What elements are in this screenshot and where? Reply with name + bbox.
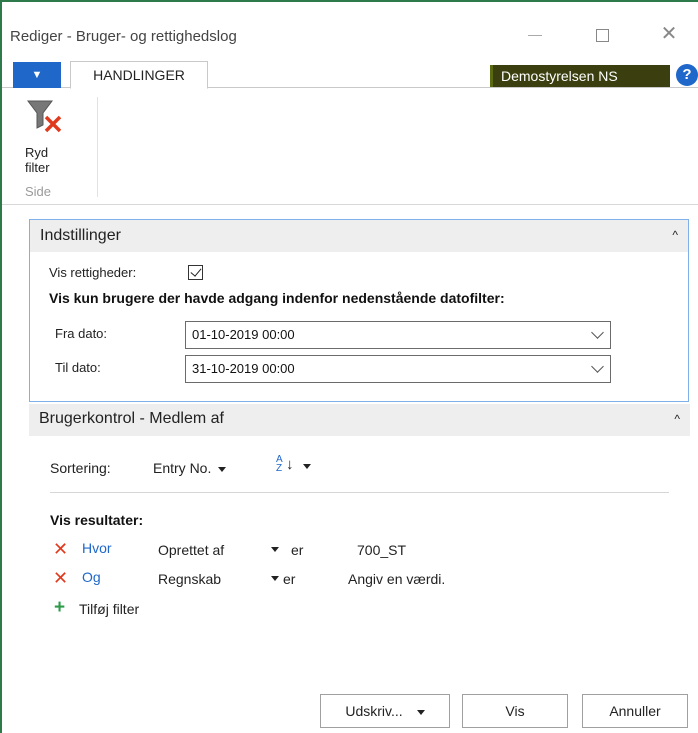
show-rights-label: Vis rettigheder:: [49, 265, 137, 280]
filter-operator: er: [291, 542, 304, 558]
usercontrol-header[interactable]: Brugerkontrol - Medlem af ^: [29, 404, 690, 436]
add-filter-link[interactable]: Tilføj filter: [79, 601, 139, 617]
chevron-down-icon: ▼: [31, 69, 43, 81]
sort-order-icon[interactable]: AZ: [276, 455, 283, 474]
filter-field-dropdown-icon[interactable]: [271, 547, 279, 552]
dialog-window: Rediger - Bruger- og rettighedslog ✕ ▼ H…: [0, 0, 698, 733]
from-date-label: Fra dato:: [55, 326, 108, 341]
collapse-icon[interactable]: ^: [672, 228, 678, 242]
sort-order-dropdown-icon[interactable]: [303, 464, 311, 469]
maximize-button[interactable]: [587, 22, 617, 46]
print-button[interactable]: Udskriv...: [320, 694, 450, 728]
settings-fasttab: Indstillinger ^ Vis rettigheder: Vis kun…: [29, 219, 689, 402]
clear-filter-icon: [27, 100, 62, 133]
clear-filter-button[interactable]: Ryd filter: [16, 95, 82, 175]
app-menu-button[interactable]: ▼: [13, 62, 61, 88]
remove-filter-icon[interactable]: ✕: [53, 568, 68, 589]
minimize-icon: [528, 34, 542, 36]
filter-field[interactable]: Regnskab: [158, 571, 221, 587]
to-date-label: Til dato:: [55, 360, 101, 375]
chevron-down-icon[interactable]: [591, 326, 604, 339]
minimize-button[interactable]: [520, 22, 550, 46]
from-date-value: 01-10-2019 00:00: [192, 327, 295, 342]
dropdown-arrow-icon: [416, 709, 425, 715]
settings-header[interactable]: Indstillinger ^: [30, 220, 688, 252]
usercontrol-title: Brugerkontrol - Medlem af: [39, 410, 224, 427]
sort-order-z: Z: [276, 463, 283, 474]
to-date-field[interactable]: 31-10-2019 00:00: [185, 355, 611, 383]
sort-label: Sortering:: [50, 460, 111, 476]
filter-conjunction-link[interactable]: Og: [82, 569, 101, 585]
tab-handlinger[interactable]: HANDLINGER: [70, 61, 208, 89]
chevron-down-icon[interactable]: [591, 360, 604, 373]
to-date-value: 31-10-2019 00:00: [192, 361, 295, 376]
filter-value[interactable]: Angiv en værdi.: [348, 571, 445, 587]
close-button[interactable]: ✕: [654, 22, 684, 46]
filter-value[interactable]: 700_ST: [357, 542, 406, 558]
cancel-button[interactable]: Annuller: [582, 694, 688, 728]
filter-operator: er: [283, 571, 296, 587]
clear-filter-label-line1: Ryd: [25, 145, 49, 160]
print-button-label: Udskriv...: [345, 703, 403, 719]
clear-filter-label: Ryd filter: [16, 145, 82, 175]
show-rights-checkbox[interactable]: [188, 265, 203, 280]
clear-filter-label-line2: filter: [25, 160, 50, 175]
collapse-icon[interactable]: ^: [674, 412, 680, 426]
filter-field[interactable]: Oprettet af: [158, 542, 224, 558]
window-title: Rediger - Bruger- og rettighedslog: [10, 28, 237, 45]
sort-field-value: Entry No.: [153, 460, 212, 476]
from-date-field[interactable]: 01-10-2019 00:00: [185, 321, 611, 349]
ribbon-group-label: Side: [25, 184, 52, 199]
help-icon[interactable]: ?: [676, 64, 698, 86]
filter-conjunction-link[interactable]: Hvor: [82, 540, 112, 556]
show-button[interactable]: Vis: [462, 694, 568, 728]
ribbon-group-divider: [97, 97, 98, 197]
results-label: Vis resultater:: [50, 512, 144, 528]
sort-field-dropdown[interactable]: Entry No.: [153, 460, 227, 476]
filter-field-dropdown-icon[interactable]: [271, 576, 279, 581]
company-badge: Demostyrelsen NS: [490, 65, 670, 87]
add-filter-icon[interactable]: +: [54, 598, 65, 618]
sort-arrow-icon[interactable]: ↓: [286, 456, 294, 473]
dropdown-arrow-icon: [218, 466, 227, 472]
settings-title: Indstillinger: [40, 227, 121, 244]
date-filter-heading: Vis kun brugere der havde adgang indenfo…: [49, 290, 505, 306]
title-bar: Rediger - Bruger- og rettighedslog ✕: [2, 2, 698, 54]
divider: [50, 492, 669, 493]
remove-filter-icon[interactable]: ✕: [53, 539, 68, 560]
ribbon: Ryd filter Side: [2, 89, 698, 205]
ribbon-tab-strip: ▼ HANDLINGER Demostyrelsen NS ?: [2, 58, 698, 89]
close-icon: ✕: [660, 23, 678, 45]
maximize-icon: [595, 28, 609, 42]
